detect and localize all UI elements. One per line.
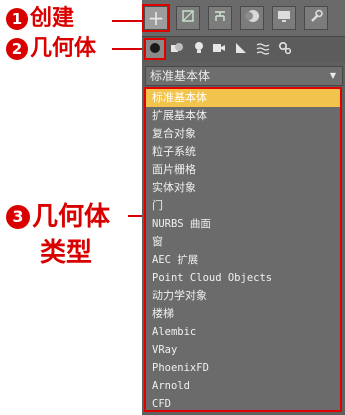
list-item[interactable]: Arnold [146,377,340,395]
list-item[interactable]: VRay [146,341,340,359]
list-item[interactable]: PhoenixFD [146,359,340,377]
annotation-number-3: 3 [6,204,30,229]
systems-subtab[interactable] [276,40,294,58]
annotation-number-1: 1 [6,8,28,30]
helpers-icon [234,41,248,58]
annotation-geometry-line [112,48,144,50]
plus-icon: + [147,6,165,30]
list-item[interactable]: CFD [146,395,340,413]
lights-icon [193,41,205,58]
geometry-subtab[interactable] [144,38,166,60]
display-tab[interactable] [272,6,296,30]
annotation-types: 3 几何体 类型 [6,198,110,271]
helpers-subtab[interactable] [232,40,250,58]
cameras-subtab[interactable] [210,40,228,58]
space-warps-subtab[interactable] [254,40,272,58]
modify-icon [181,9,195,27]
utilities-tab[interactable] [304,6,328,30]
list-item[interactable]: AEC 扩展 [146,251,340,269]
list-item[interactable]: 扩展基本体 [146,107,340,125]
list-item[interactable]: 粒子系统 [146,143,340,161]
hierarchy-tab[interactable] [208,6,232,30]
list-item[interactable]: NURBS 曲面 [146,215,340,233]
list-item[interactable]: 标准基本体 [146,89,340,107]
annotation-types-label-1: 几何体 [32,201,111,232]
modify-tab[interactable] [176,6,200,30]
create-tab[interactable]: + [142,4,170,32]
panel-subcategory-bar [142,37,345,62]
annotation-geometry-label: 几何体 [30,36,97,61]
dropdown-value: 标准基本体 [150,69,211,83]
shapes-subtab[interactable] [168,40,186,58]
list-item[interactable]: Alembic [146,323,340,341]
list-item[interactable]: 窗 [146,233,340,251]
display-icon [277,9,291,27]
list-item[interactable]: Point Cloud Objects [146,269,340,287]
panel-tabbar: + [142,0,345,37]
chevron-down-icon: ▼ [329,71,336,80]
annotation-number-2: 2 [6,38,28,60]
hierarchy-icon [213,9,227,27]
command-panel: + 标准基本体 ▼ 标准基本体 扩展基本体 复合对象 粒子系统 面片栅格 实体对… [142,0,345,415]
annotation-create-line [112,20,142,22]
annotation-geometry: 2 几何体 [6,36,96,62]
annotation-create-label: 创建 [30,6,75,31]
motion-tab[interactable] [240,6,264,30]
list-item[interactable]: 动力学对象 [146,287,340,305]
geometry-type-list: 标准基本体 扩展基本体 复合对象 粒子系统 面片栅格 实体对象门 NURBS 曲面窗 AEC … [144,87,342,412]
cameras-icon [212,42,226,57]
systems-icon [278,41,292,58]
utilities-icon [309,9,323,27]
motion-icon [244,9,260,27]
list-item[interactable]: 面片栅格 [146,161,340,179]
list-item[interactable]: 实体对象 [146,179,340,197]
space-warps-icon [256,41,270,58]
lights-subtab[interactable] [190,40,208,58]
list-item[interactable]: 楼梯 [146,305,340,323]
annotation-create: 1 创建 [6,6,74,32]
object-type-dropdown[interactable]: 标准基本体 ▼ [145,66,343,86]
shapes-icon [170,41,184,58]
geometry-sphere-icon [149,42,161,57]
annotation-types-label-2: 类型 [40,237,93,268]
list-item[interactable]: 门 [146,197,340,215]
list-item[interactable]: 复合对象 [146,125,340,143]
